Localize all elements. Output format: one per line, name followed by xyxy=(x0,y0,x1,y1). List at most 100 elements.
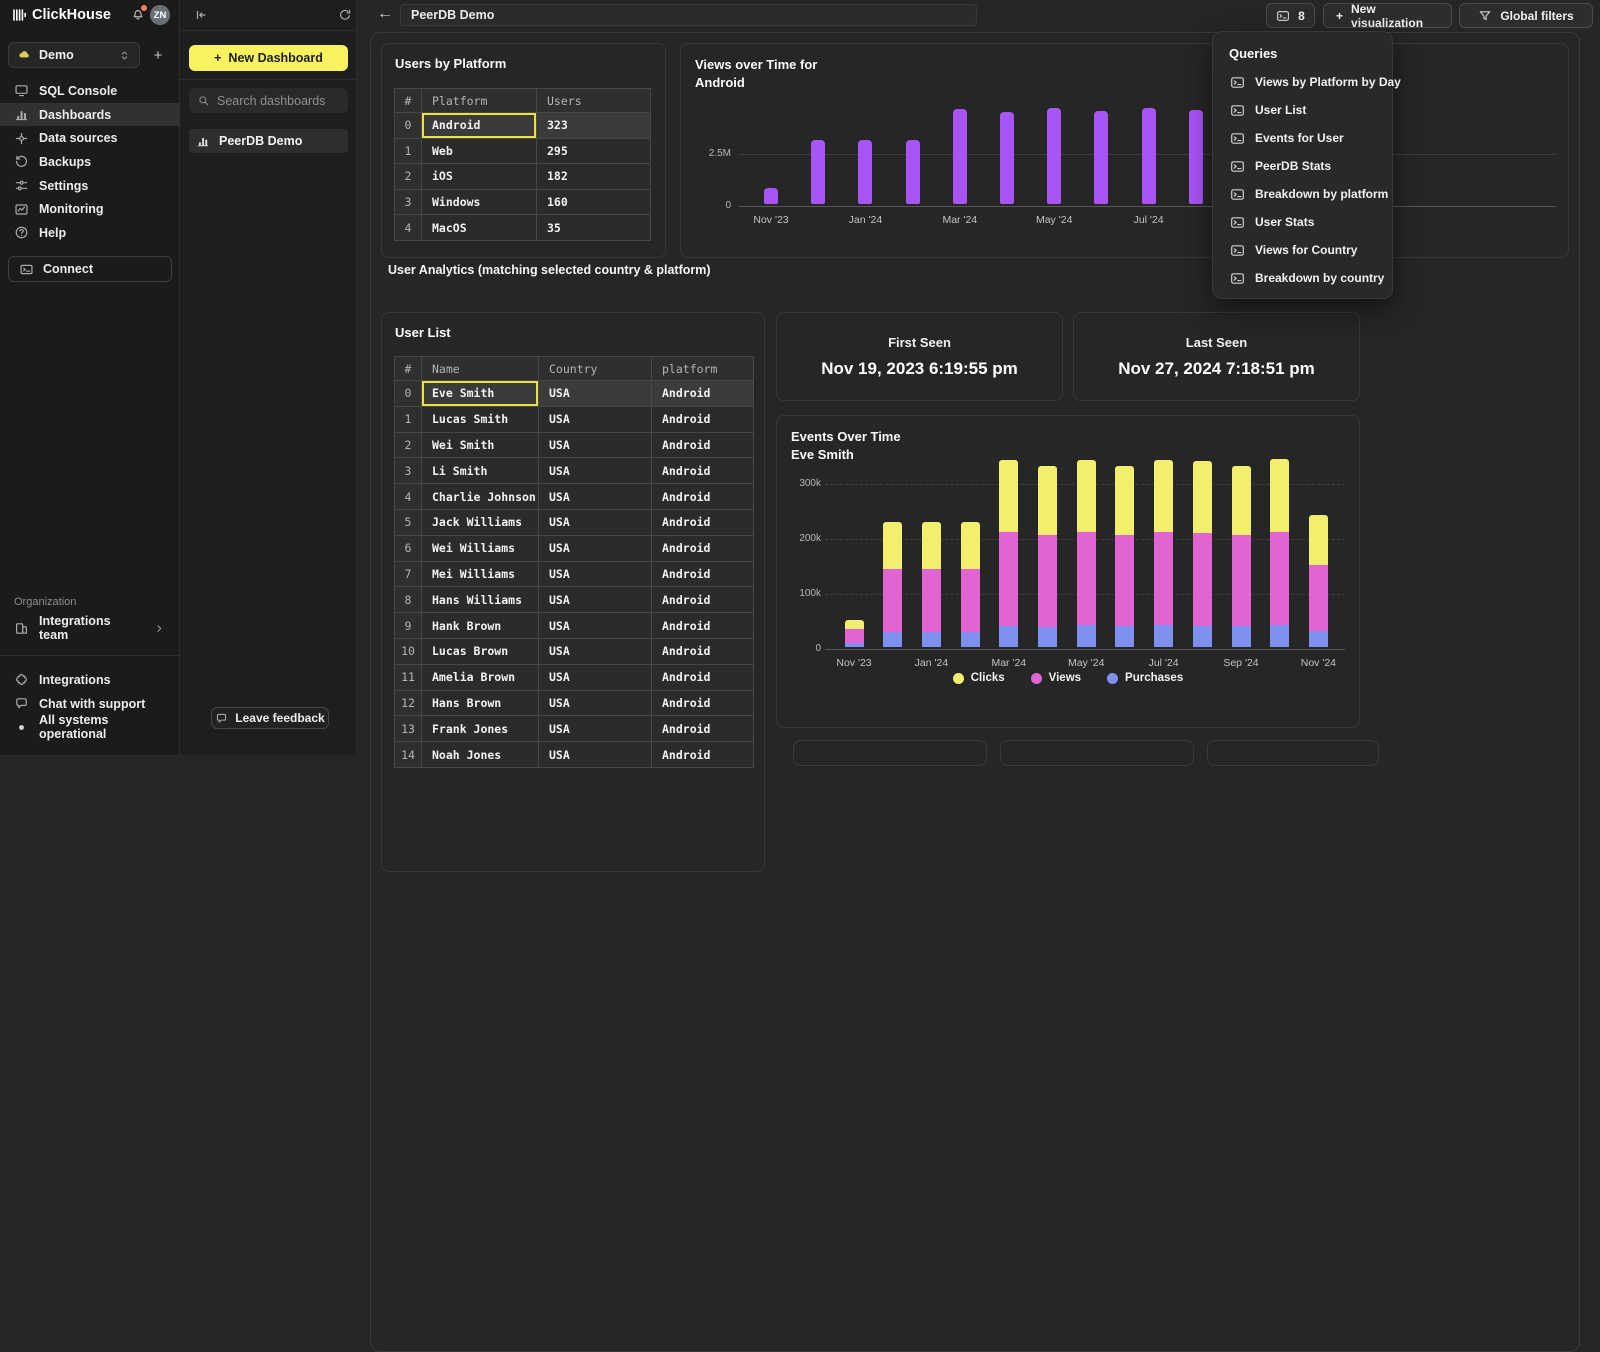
table-cell[interactable]: USA xyxy=(538,510,651,535)
table-cell[interactable]: USA xyxy=(538,562,651,587)
add-workspace-button[interactable]: + xyxy=(146,44,170,66)
events-bar[interactable] xyxy=(1115,466,1134,647)
table-cell[interactable]: Eve Smith xyxy=(421,381,538,406)
table-cell[interactable]: USA xyxy=(538,613,651,638)
table-cell[interactable]: Android xyxy=(651,510,753,535)
table-cell[interactable]: Lucas Smith xyxy=(421,407,538,432)
query-item-views-for-country[interactable]: Views for Country xyxy=(1213,236,1394,264)
legend-item-clicks[interactable]: Clicks xyxy=(953,672,1005,684)
events-bar[interactable] xyxy=(1232,466,1251,647)
table-cell[interactable]: USA xyxy=(538,536,651,561)
views-bar[interactable] xyxy=(858,140,872,204)
dashboard-list-item[interactable]: PeerDB Demo xyxy=(189,129,348,153)
sidebar-item-integrations-team[interactable]: Integrations team xyxy=(0,616,180,640)
views-bar[interactable] xyxy=(953,109,967,204)
table-cell[interactable]: USA xyxy=(538,665,651,690)
table-cell[interactable]: Android xyxy=(651,691,753,716)
events-bar[interactable] xyxy=(1038,466,1057,647)
legend-item-views[interactable]: Views xyxy=(1031,672,1081,684)
table-cell[interactable]: 182 xyxy=(536,164,650,189)
table-cell[interactable]: USA xyxy=(538,407,651,432)
table-cell[interactable]: Lucas Brown xyxy=(421,639,538,664)
events-bar[interactable] xyxy=(1309,515,1328,647)
connect-button[interactable]: Connect xyxy=(8,256,172,282)
query-item-breakdown-by-platform[interactable]: Breakdown by platform xyxy=(1213,180,1394,208)
table-cell[interactable]: Android xyxy=(651,381,753,406)
table-cell[interactable]: Android xyxy=(651,716,753,741)
table-cell[interactable]: USA xyxy=(538,716,651,741)
table-cell[interactable]: 35 xyxy=(536,215,650,240)
sidebar-item-sql-console[interactable]: SQL Console xyxy=(0,79,180,103)
sidebar-item-backups[interactable]: Backups xyxy=(0,150,180,174)
query-item-events-for-user[interactable]: Events for User xyxy=(1213,124,1394,152)
query-item-user-stats[interactable]: User Stats xyxy=(1213,208,1394,236)
views-chart-plot[interactable]: 02.5MNov '23Jan '24Mar '24May '24Jul '24… xyxy=(681,44,1568,257)
events-bar[interactable] xyxy=(1270,459,1289,647)
table-cell[interactable]: Android xyxy=(651,613,753,638)
table-cell[interactable]: Amelia Brown xyxy=(421,665,538,690)
events-bar[interactable] xyxy=(922,522,941,647)
new-visualization-button[interactable]: + New visualization xyxy=(1323,3,1452,28)
query-item-peerdb-stats[interactable]: PeerDB Stats xyxy=(1213,152,1394,180)
new-dashboard-button[interactable]: + New Dashboard xyxy=(189,45,348,71)
query-item-views-by-platform-by-day[interactable]: Views by Platform by Day xyxy=(1213,68,1394,96)
events-bar[interactable] xyxy=(999,460,1018,647)
table-cell[interactable]: USA xyxy=(538,484,651,509)
table-cell[interactable]: Android xyxy=(651,433,753,458)
table-cell[interactable]: Android xyxy=(651,665,753,690)
views-bar[interactable] xyxy=(764,188,778,204)
table-cell[interactable]: Android xyxy=(421,113,536,138)
query-item-breakdown-by-country[interactable]: Breakdown by country xyxy=(1213,264,1394,292)
table-cell[interactable]: Wei Smith xyxy=(421,433,538,458)
events-bar[interactable] xyxy=(1077,460,1096,647)
table-cell[interactable]: Android xyxy=(651,536,753,561)
sidebar-item-chat-with-support[interactable]: Chat with support xyxy=(0,692,180,716)
collapse-panel-icon[interactable] xyxy=(194,8,208,22)
dashboard-search[interactable] xyxy=(189,88,348,113)
queries-count-button[interactable]: 8 xyxy=(1266,3,1315,28)
back-arrow-icon[interactable]: ← xyxy=(377,5,393,23)
table-cell[interactable]: Android xyxy=(651,458,753,483)
table-cell[interactable]: 323 xyxy=(536,113,650,138)
table-cell[interactable]: Mei Williams xyxy=(421,562,538,587)
leave-feedback-button[interactable]: Leave feedback xyxy=(211,707,329,729)
table-cell[interactable]: Hans Brown xyxy=(421,691,538,716)
views-bar[interactable] xyxy=(1094,111,1108,204)
table-cell[interactable]: USA xyxy=(538,458,651,483)
sidebar-item-monitoring[interactable]: Monitoring xyxy=(0,197,180,221)
events-bar[interactable] xyxy=(845,620,864,648)
table-cell[interactable]: USA xyxy=(538,381,651,406)
table-cell[interactable]: 160 xyxy=(536,190,650,215)
table-cell[interactable]: USA xyxy=(538,433,651,458)
table-cell[interactable]: Web xyxy=(421,139,536,164)
views-bar[interactable] xyxy=(1000,112,1014,204)
table-cell[interactable]: Wei Williams xyxy=(421,536,538,561)
views-bar[interactable] xyxy=(1189,110,1203,204)
table-cell[interactable]: Android xyxy=(651,484,753,509)
table-cell[interactable]: Android xyxy=(651,562,753,587)
table-cell[interactable]: USA xyxy=(538,691,651,716)
table-cell[interactable]: Android xyxy=(651,639,753,664)
table-cell[interactable]: USA xyxy=(538,587,651,612)
global-filters-button[interactable]: Global filters xyxy=(1459,3,1593,28)
legend-item-purchases[interactable]: Purchases xyxy=(1107,672,1183,684)
table-cell[interactable]: MacOS xyxy=(421,215,536,240)
table-cell[interactable]: iOS xyxy=(421,164,536,189)
table-cell[interactable]: Hans Williams xyxy=(421,587,538,612)
workspace-select[interactable]: Demo xyxy=(8,42,140,68)
dashboard-title-input[interactable] xyxy=(400,4,977,26)
table-cell[interactable]: Charlie Johnson xyxy=(421,484,538,509)
search-input[interactable] xyxy=(217,94,337,108)
views-bar[interactable] xyxy=(811,140,825,204)
views-bar[interactable] xyxy=(1142,108,1156,204)
sidebar-item-data-sources[interactable]: Data sources xyxy=(0,126,180,150)
sidebar-item-settings[interactable]: Settings xyxy=(0,174,180,198)
sidebar-item-all-systems-operational[interactable]: All systems operational xyxy=(0,715,180,739)
table-cell[interactable]: Jack Williams xyxy=(421,510,538,535)
sidebar-item-integrations[interactable]: Integrations xyxy=(0,668,180,692)
table-cell[interactable]: Li Smith xyxy=(421,458,538,483)
sidebar-item-help[interactable]: Help xyxy=(0,221,180,245)
table-cell[interactable]: Android xyxy=(651,407,753,432)
table-cell[interactable]: Frank Jones xyxy=(421,716,538,741)
events-bar[interactable] xyxy=(883,522,902,647)
